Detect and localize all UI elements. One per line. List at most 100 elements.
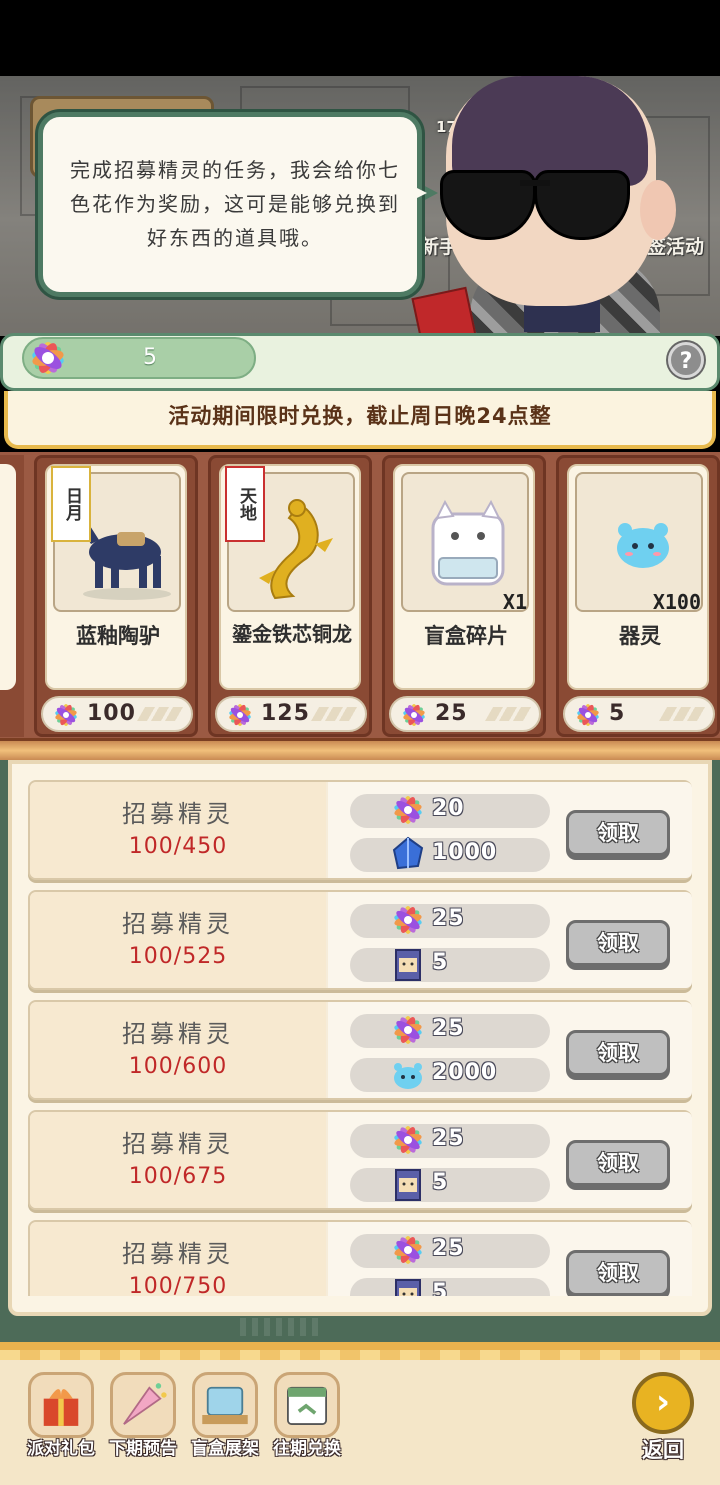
price-pill: 5 (563, 696, 715, 732)
reward-value: 5 (432, 950, 449, 975)
reward-value: 25 (432, 1016, 465, 1041)
shop-item-name: 器灵 (619, 624, 661, 648)
claim-button[interactable]: 领取 (566, 1250, 670, 1296)
claim-label: 领取 (597, 931, 639, 955)
claim-button[interactable]: 领取 (566, 1140, 670, 1186)
task-row: 招募精灵 100/450 20 1000 领取 (28, 780, 692, 880)
item-tag: 日月 (51, 466, 91, 542)
seven-color-flower-icon (388, 1010, 428, 1050)
gift-pack-icon (28, 1372, 94, 1438)
task-name: 招募精灵 (122, 910, 234, 938)
task-row: 招募精灵 100/675 25 5 领取 (28, 1110, 692, 1210)
claim-button[interactable]: 领取 (566, 1030, 670, 1076)
price-value: 125 (261, 701, 310, 726)
shop-item[interactable]: 天地 鎏金铁芯铜龙 125 (208, 455, 372, 737)
claim-label: 领取 (597, 1041, 639, 1065)
claim-label: 领取 (597, 821, 639, 845)
claim-button[interactable]: 领取 (566, 920, 670, 966)
task-progress: 100/600 (128, 1054, 228, 1079)
past-exchange-button[interactable]: 往期兑换 (266, 1372, 348, 1472)
task-progress: 100/450 (128, 834, 228, 859)
blind-box-icon (388, 944, 428, 984)
party-horn-icon (110, 1372, 176, 1438)
reward-value: 20 (432, 796, 465, 821)
reward-pill: 5 (350, 1168, 550, 1202)
shop-item[interactable]: X100 器灵 5 (556, 455, 720, 737)
price-pill: 125 (215, 696, 367, 732)
nav-label: 盲盒展架 (191, 1439, 259, 1459)
calendar-icon (274, 1372, 340, 1438)
task-row: 招募精灵 100/525 25 5 领取 (28, 890, 692, 990)
reward-pill: 1000 (350, 836, 550, 872)
status-bar (0, 0, 720, 76)
task-name: 招募精灵 (122, 1240, 234, 1268)
reward-value: 25 (432, 906, 465, 931)
blind-box-icon (388, 1164, 428, 1204)
display-shelf-icon (192, 1372, 258, 1438)
claim-label: 领取 (597, 1261, 639, 1285)
spirit-blob-icon (388, 1054, 428, 1094)
help-button[interactable]: ? (668, 342, 704, 378)
seven-color-flower-icon (388, 1120, 428, 1160)
currency-value: 5 (143, 345, 157, 370)
blue-gem-icon (388, 834, 428, 874)
shop-item-name: 盲盒碎片 (424, 624, 508, 648)
seven-color-flower-icon (388, 790, 428, 830)
reward-value: 25 (432, 1236, 465, 1261)
item-quantity: X1 (502, 590, 527, 614)
back-button[interactable]: › 返回 (628, 1372, 698, 1472)
shop-item[interactable]: X1 盲盒碎片 25 (382, 455, 546, 737)
task-name: 招募精灵 (122, 1130, 234, 1158)
item-tag: 天地 (225, 466, 265, 542)
price-value: 25 (435, 701, 468, 726)
scroll-indicator (240, 1318, 320, 1336)
reward-pill: 20 (350, 794, 550, 828)
task-progress: 100/750 (128, 1274, 228, 1296)
price-value: 5 (609, 701, 626, 726)
shop-item-partial[interactable] (0, 464, 16, 690)
dialogue-text: 完成招募精灵的任务，我会给你七色花作为奖励，这可是能够兑换到好东西的道具哦。 (70, 158, 400, 250)
seven-color-flower-icon (388, 900, 428, 940)
seven-color-flower-icon (55, 704, 77, 726)
reward-value: 2000 (432, 1060, 498, 1085)
reward-pill: 25 (350, 1014, 550, 1048)
back-label: 返回 (642, 1438, 684, 1462)
price-value: 100 (87, 701, 136, 726)
blind-box-icon (388, 1274, 428, 1296)
reward-pill: 2000 (350, 1058, 550, 1092)
reward-value: 5 (432, 1170, 449, 1195)
notice-text: 活动期间限时兑换，截止周日晚24点整 (168, 404, 552, 428)
shop-item-name: 蓝釉陶驴 (76, 624, 160, 648)
chevron-right-icon: › (632, 1372, 694, 1434)
shop-item-name: 鎏金铁芯铜龙 (232, 622, 352, 646)
price-pill: 25 (389, 696, 541, 732)
claim-label: 领取 (597, 1151, 639, 1175)
claim-button[interactable]: 领取 (566, 810, 670, 856)
reward-pill: 25 (350, 1234, 550, 1268)
price-pill: 100 (41, 696, 193, 732)
task-row: 招募精灵 100/600 25 2000 领取 (28, 1000, 692, 1100)
nav-label: 往期兑换 (273, 1439, 341, 1459)
nav-label: 下期预告 (109, 1439, 177, 1459)
party-gift-button[interactable]: 派对礼包 (20, 1372, 102, 1472)
task-row: 招募精灵 100/750 25 5 领取 (28, 1220, 692, 1296)
task-progress: 100/525 (128, 944, 228, 969)
seven-color-flower-icon (577, 704, 599, 726)
seven-color-flower-icon (32, 342, 64, 374)
reward-pill: 25 (350, 904, 550, 938)
task-progress: 100/675 (128, 1164, 228, 1189)
task-name: 招募精灵 (122, 1020, 234, 1048)
item-quantity: X100 (652, 590, 701, 614)
seven-color-flower-icon (403, 704, 425, 726)
reward-value: 5 (432, 1280, 449, 1296)
speech-bubble: 完成招募精灵的任务，我会给你七色花作为奖励，这可是能够兑换到好东西的道具哦。 (38, 112, 422, 297)
reward-pill: 25 (350, 1124, 550, 1158)
reward-value: 25 (432, 1126, 465, 1151)
reward-value: 1000 (432, 840, 498, 865)
blind-box-shelf-button[interactable]: 盲盒展架 (184, 1372, 266, 1472)
seven-color-flower-icon (229, 704, 251, 726)
shop-item[interactable]: 日月 蓝釉陶驴 100 (34, 455, 198, 737)
next-preview-button[interactable]: 下期预告 (102, 1372, 184, 1472)
task-list[interactable]: 招募精灵 100/450 20 1000 领取 招募精灵 100/525 25 5 领取 招募精灵 1… (20, 760, 700, 1296)
nav-label: 派对礼包 (27, 1439, 95, 1459)
